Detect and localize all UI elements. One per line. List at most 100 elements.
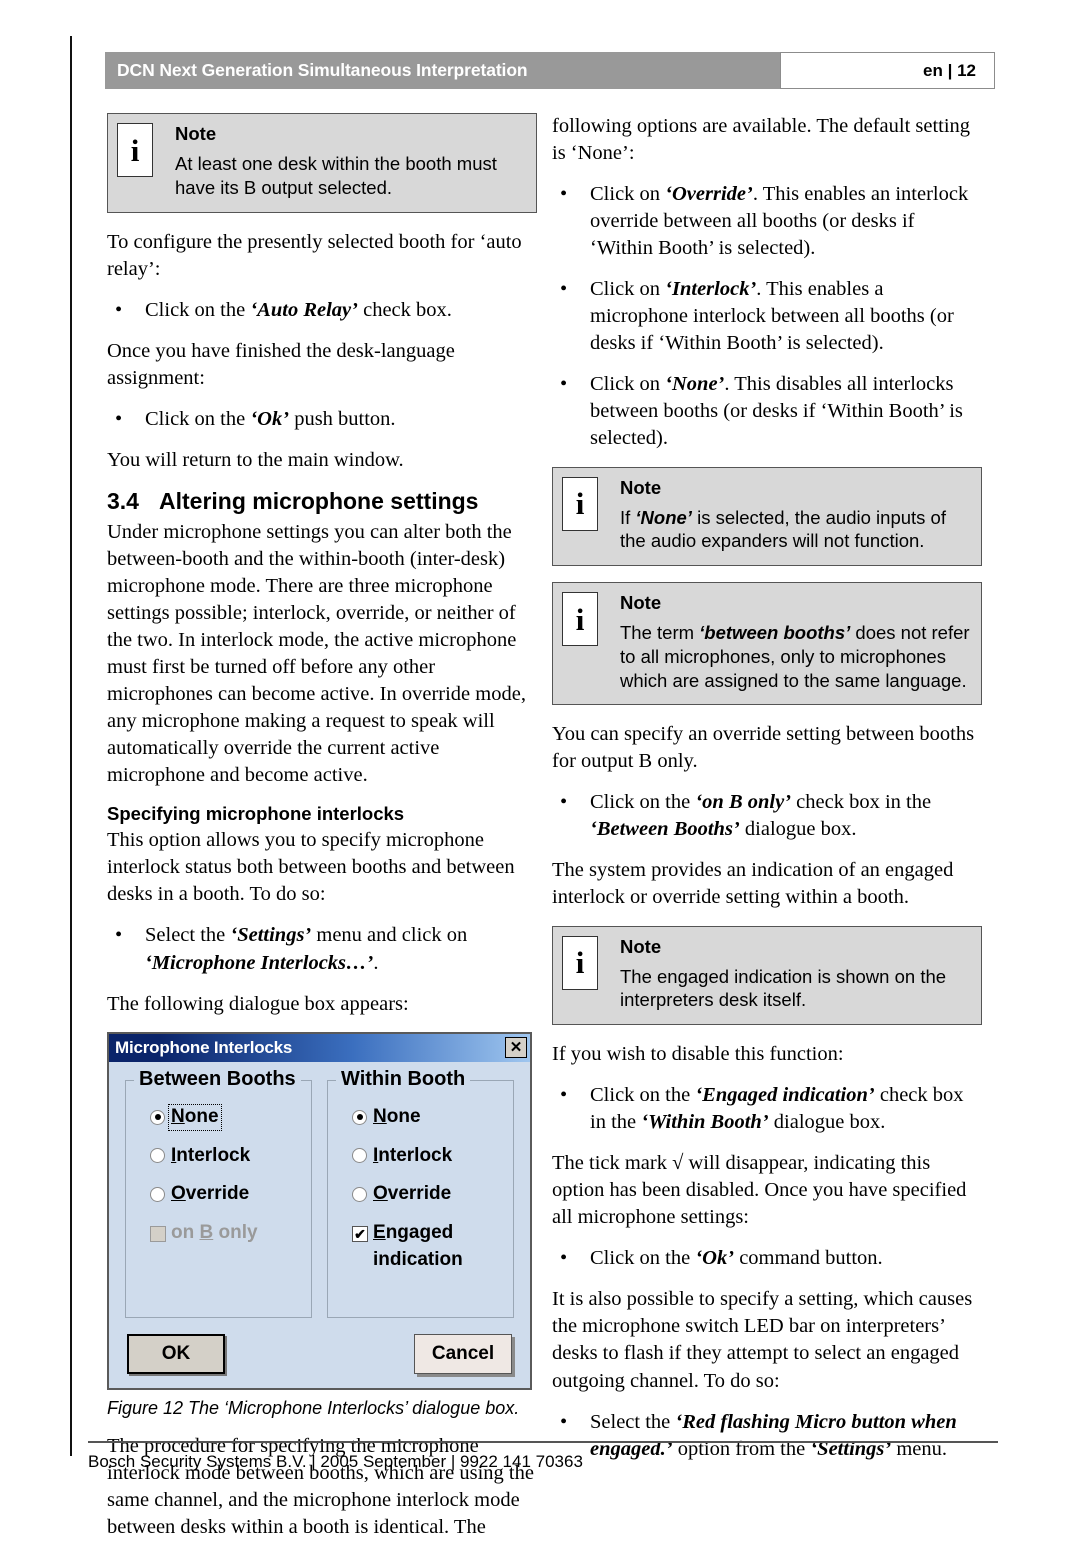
- document-page: DCN Next Generation Simultaneous Interpr…: [0, 0, 1080, 1538]
- note-text: If ‘None’ is selected, the audio inputs …: [620, 506, 970, 553]
- radio-within-none[interactable]: None: [336, 1105, 505, 1128]
- bullet-pre: Click on the: [145, 298, 251, 321]
- radio-icon-checked: [150, 1109, 165, 1125]
- header-title-bar: DCN Next Generation Simultaneous Interpr…: [105, 52, 780, 89]
- radio-icon: [150, 1187, 165, 1203]
- paragraph-disable-function: If you wish to disable this function:: [552, 1043, 844, 1066]
- gui-term-2: ‘Microphone Interlocks…’: [145, 951, 374, 974]
- radio-between-interlock[interactable]: Interlock: [134, 1144, 303, 1167]
- bullet-pre: Click on the: [590, 1247, 696, 1270]
- radio-between-none[interactable]: NNoneone: [134, 1103, 303, 1131]
- bullet-ok-command-button: • Click on the ‘Ok’ command button.: [552, 1245, 982, 1272]
- note-box-engaged-indication: i Note The engaged indication is shown o…: [552, 925, 982, 1026]
- info-icon-glyph: i: [575, 601, 585, 637]
- left-column: i Note At least one desk within the boot…: [107, 113, 537, 1555]
- group-within-booth: Within Booth None Interlock Override ✔ E…: [327, 1067, 514, 1318]
- subheading-specifying-interlocks: Specifying microphone interlocks: [107, 803, 405, 825]
- checkmark-icon: ✔: [352, 1225, 368, 1242]
- info-icon-glyph: i: [575, 945, 585, 981]
- bullet-pre: Click on: [590, 183, 666, 206]
- close-icon[interactable]: ✕: [505, 1037, 527, 1059]
- note-title: Note: [620, 592, 662, 614]
- cancel-button[interactable]: Cancel: [414, 1333, 512, 1374]
- note-text: The engaged indication is shown on the i…: [620, 965, 947, 1011]
- radio-between-none-label: NNoneone: [168, 1103, 222, 1131]
- radio-between-interlock-label: Interlock: [171, 1144, 251, 1166]
- section-heading-text: Altering microphone settings: [159, 487, 479, 514]
- note-title: Note: [620, 476, 662, 498]
- dialog-title: Microphone Interlocks: [115, 1037, 293, 1057]
- gui-term: ‘Ok’: [250, 407, 290, 430]
- gui-term-2: ‘Between Booths’: [590, 818, 740, 841]
- radio-between-override[interactable]: Override: [134, 1183, 303, 1205]
- bullet-ok-push-button: • Click on the ‘Ok’ push button.: [107, 406, 537, 433]
- radio-within-override-label: Override: [373, 1183, 452, 1205]
- radio-icon: [352, 1187, 367, 1203]
- note-text: At least one desk within the booth must …: [175, 153, 497, 198]
- radio-between-override-label: Override: [171, 1183, 250, 1205]
- bullet-text: Click on ‘Interlock’. This enables a mic…: [590, 276, 982, 357]
- bullet-auto-relay: • Click on the ‘Auto Relay’ check box.: [107, 297, 537, 324]
- bullet-engaged-indication-checkbox: • Click on the ‘Engaged indication’ chec…: [552, 1082, 982, 1136]
- bullet-post: dialogue box.: [739, 818, 857, 841]
- note-box-between-booths-term: i Note The term ‘between booths’ does no…: [552, 582, 982, 706]
- bullet-post: command button.: [734, 1247, 883, 1270]
- checkbox-on-b-only-label: on B only: [171, 1222, 258, 1244]
- dialog-button-row: OK Cancel: [125, 1333, 514, 1374]
- gui-term: ‘None’: [665, 373, 725, 396]
- note-box-none-selected: i Note If ‘None’ is selected, the audio …: [552, 466, 982, 567]
- header-page-badge: en | 12: [780, 52, 995, 89]
- group-between-booths: Between Booths NNoneone Interlock Overri…: [125, 1067, 312, 1318]
- ok-button[interactable]: OK: [127, 1333, 225, 1374]
- microphone-interlocks-dialog: Microphone Interlocks ✕ Between Booths N…: [107, 1031, 532, 1390]
- bullet-post: dialogue box.: [768, 1111, 886, 1134]
- note-title: Note: [175, 123, 217, 144]
- bullet-pre: Click on the: [590, 1084, 696, 1107]
- checkbox-engaged-label: Engaged: [373, 1222, 454, 1244]
- bullet-pre: Click on: [590, 373, 666, 396]
- paragraph-interlock-status: This option allows you to specify microp…: [107, 829, 515, 906]
- gui-term-2: ‘Within Booth’: [641, 1111, 769, 1134]
- radio-within-none-label: None: [373, 1105, 421, 1127]
- gui-term: ‘Interlock’: [665, 278, 757, 301]
- bullet-text: Click on ‘None’. This disables all inter…: [590, 371, 982, 452]
- bullet-pre: Click on: [590, 278, 666, 301]
- gui-term: ‘Auto Relay’: [250, 298, 358, 321]
- bullet-text: Click on the ‘on B only’ check box in th…: [590, 789, 982, 843]
- bullet-text: Click on the ‘Auto Relay’ check box.: [145, 297, 537, 324]
- page-header: DCN Next Generation Simultaneous Interpr…: [105, 52, 995, 89]
- dialog-body: Between Booths NNoneone Interlock Overri…: [109, 1062, 530, 1388]
- bullet-post: push button.: [289, 407, 396, 430]
- checkbox-icon-unchecked-disabled: [150, 1225, 166, 1242]
- bullet-post: .: [373, 951, 379, 974]
- bullet-text: Click on ‘Override’. This enables an int…: [590, 181, 982, 262]
- dialog-title-bar: Microphone Interlocks ✕: [109, 1033, 530, 1062]
- bullet-dot: •: [115, 298, 123, 321]
- paragraph-dialogue-appears: The following dialogue box appears:: [107, 992, 409, 1015]
- paragraph-override-output-b: You can specify an override setting betw…: [552, 723, 975, 773]
- bullet-dot: •: [115, 407, 123, 430]
- checkbox-on-b-only[interactable]: on B only: [134, 1222, 303, 1244]
- radio-within-override[interactable]: Override: [336, 1183, 505, 1205]
- paragraph-auto-relay-intro: To configure the presently selected boot…: [107, 230, 522, 280]
- bullet-pre: Click on the: [145, 407, 251, 430]
- info-icon: i: [562, 476, 598, 531]
- right-column: following options are available. The def…: [552, 113, 982, 1477]
- bullet-settings-menu: • Select the ‘Settings’ menu and click o…: [107, 922, 537, 976]
- gui-term: ‘between booths’: [699, 622, 851, 644]
- radio-within-interlock[interactable]: Interlock: [336, 1144, 505, 1167]
- bullet-text: Click on the ‘Engaged indication’ check …: [590, 1082, 982, 1136]
- figure-caption: Figure 12 The ‘Microphone Interlocks’ di…: [107, 1397, 520, 1418]
- page-edge-rule: [70, 36, 72, 1456]
- bullet-dot: •: [560, 278, 568, 301]
- radio-icon: [352, 1148, 367, 1164]
- page-title: DCN Next Generation Simultaneous Interpr…: [117, 60, 528, 80]
- radio-within-interlock-label: Interlock: [373, 1144, 453, 1166]
- paragraph-microphone-settings: Under microphone settings you can alter …: [107, 520, 526, 787]
- info-icon: i: [562, 592, 598, 647]
- section-heading-3-4: 3.4 Altering microphone settings: [107, 488, 537, 515]
- info-icon-glyph: i: [575, 486, 585, 522]
- bullet-mid: menu and click on: [311, 924, 468, 947]
- checkbox-engaged-indication[interactable]: ✔ Engaged: [336, 1222, 505, 1244]
- bullet-text: Click on the ‘Ok’ push button.: [145, 406, 537, 433]
